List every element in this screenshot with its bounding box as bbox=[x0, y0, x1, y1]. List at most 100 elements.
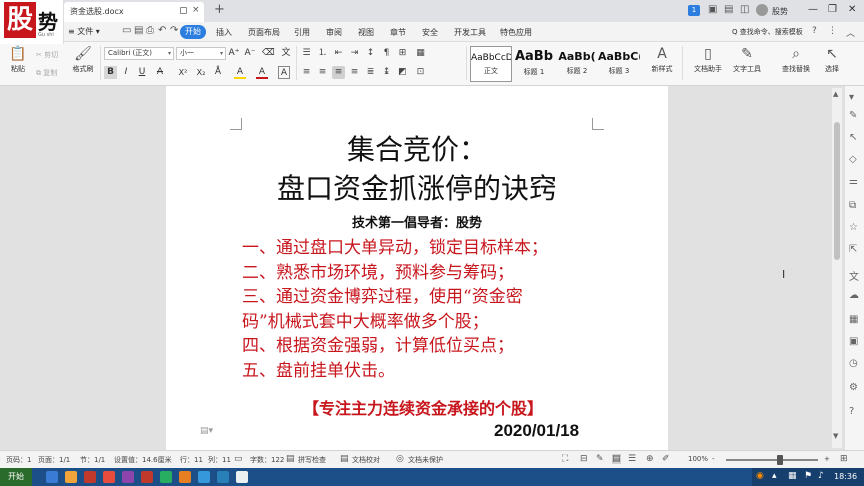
scroll-up-icon[interactable]: ▲ bbox=[833, 90, 838, 98]
chat-icon[interactable]: ◫ bbox=[740, 4, 749, 15]
document-page[interactable]: 集合竞价： 盘口资金抓涨停的诀窍 技术第一倡导者：股势 一、通过盘口大单异动，锁… bbox=[166, 86, 668, 450]
fit-page-icon[interactable]: ⊞ bbox=[840, 454, 848, 464]
eye-care-icon[interactable]: ✎ bbox=[596, 454, 604, 464]
status-word-count[interactable]: 字数：122 bbox=[250, 455, 284, 465]
command-search[interactable]: Q 查找命令、搜索模板 bbox=[732, 27, 803, 37]
undo-icon[interactable]: ↶ bbox=[158, 25, 166, 36]
increase-indent-icon[interactable]: ⇥ bbox=[348, 47, 361, 60]
protect-status[interactable]: 文档未保护 bbox=[408, 455, 443, 465]
tab-review[interactable]: 审阅 bbox=[326, 27, 342, 38]
zoom-out-button[interactable]: - bbox=[712, 455, 715, 463]
paragraph-settings-icon[interactable]: ⊡ bbox=[414, 66, 427, 79]
tab-special[interactable]: 特色应用 bbox=[500, 27, 532, 38]
save-icon[interactable]: ▤ bbox=[134, 25, 143, 36]
web-view-icon[interactable]: ⊕ bbox=[646, 454, 654, 464]
italic-button[interactable]: I bbox=[120, 66, 132, 79]
doc-title-line-2[interactable]: 盘口资金抓涨停的诀窍 bbox=[166, 172, 668, 206]
taskbar-app-icon[interactable] bbox=[160, 471, 172, 483]
font-name-select[interactable]: Calibri (正文) ▾ bbox=[104, 47, 174, 60]
line-spacing-icon[interactable]: ↨ bbox=[380, 66, 393, 79]
close-window-button[interactable]: ✕ bbox=[848, 4, 856, 15]
user-name[interactable]: 股势 bbox=[772, 6, 788, 17]
chevron-up-icon[interactable]: ▴ bbox=[772, 471, 777, 481]
macro-icon[interactable]: ▭ bbox=[234, 454, 243, 464]
document-tab[interactable]: 资金选股.docx × bbox=[64, 2, 204, 22]
focus-mode-icon[interactable]: ⊟ bbox=[580, 454, 588, 464]
phonetic-icon[interactable]: 文 bbox=[280, 47, 292, 60]
help-icon[interactable]: ? bbox=[812, 26, 817, 36]
copy-doc-icon[interactable]: ⧉ bbox=[849, 200, 856, 211]
sliders-icon[interactable]: ⚌ bbox=[849, 176, 858, 187]
page-view-icon[interactable]: ▤ bbox=[612, 454, 621, 464]
cloud-icon[interactable]: ☁ bbox=[849, 290, 859, 301]
paste-button[interactable]: 📋 粘贴 bbox=[6, 46, 30, 74]
status-page-number[interactable]: 页码：1 bbox=[6, 455, 31, 465]
taskbar-app-icon[interactable] bbox=[84, 471, 96, 483]
flag-icon[interactable]: ⚑ bbox=[804, 471, 812, 481]
notification-badge[interactable]: 1 bbox=[688, 5, 700, 16]
image-icon[interactable]: ▣ bbox=[849, 336, 858, 347]
status-section[interactable]: 节：1/1 bbox=[80, 455, 105, 465]
doc-helper-button[interactable]: ▯ 文档助手 bbox=[690, 46, 726, 74]
status-column[interactable]: 列：11 bbox=[208, 455, 231, 465]
cut-button[interactable]: ✂ 剪切 bbox=[36, 50, 58, 60]
doc-focus-line[interactable]: 【专注主力连续资金承接的个股】 bbox=[166, 395, 668, 419]
status-row[interactable]: 行：11 bbox=[180, 455, 203, 465]
scrollbar-thumb[interactable] bbox=[834, 122, 840, 260]
taskbar-app-icon[interactable] bbox=[236, 471, 248, 483]
align-center-icon[interactable]: ≡ bbox=[316, 66, 329, 79]
copy-button[interactable]: ⧉ 复制 bbox=[36, 68, 57, 78]
taskbar-app-icon[interactable] bbox=[217, 471, 229, 483]
tab-page-layout[interactable]: 页面布局 bbox=[248, 27, 280, 38]
bullet-list-icon[interactable]: ☰ bbox=[300, 47, 313, 60]
align-justify-icon[interactable]: ≡ bbox=[332, 66, 345, 79]
sort-icon[interactable]: ↕ bbox=[364, 47, 377, 60]
history-icon[interactable]: ◷ bbox=[849, 358, 858, 369]
page-options-icon[interactable]: ▤▾ bbox=[200, 426, 213, 436]
collapse-icon[interactable]: ▾ bbox=[849, 92, 854, 103]
tab-references[interactable]: 引用 bbox=[294, 27, 310, 38]
close-tab-icon[interactable]: × bbox=[192, 5, 200, 15]
char-border-button[interactable]: A bbox=[278, 66, 290, 79]
taskbar-app-icon[interactable] bbox=[179, 471, 191, 483]
file-menu[interactable]: ≡ 文件 ▾ bbox=[68, 26, 100, 37]
align-right-icon[interactable]: ≡ bbox=[348, 66, 361, 79]
doc-point[interactable]: 三、通过资金博弈过程，使用“资金密 bbox=[242, 285, 602, 310]
style-heading-2[interactable]: AaBb( 标题 2 bbox=[556, 46, 598, 82]
start-button[interactable]: 开始 bbox=[0, 468, 32, 486]
avatar[interactable] bbox=[756, 4, 768, 16]
numbered-list-icon[interactable]: ⒈ bbox=[316, 47, 329, 60]
scroll-down-icon[interactable]: ▼ bbox=[833, 432, 838, 440]
help-icon[interactable]: ? bbox=[849, 406, 854, 417]
layout-icon[interactable]: ▤ bbox=[724, 4, 733, 15]
ime-icon[interactable]: ◉ bbox=[756, 471, 764, 481]
font-color-button[interactable]: A bbox=[256, 66, 268, 79]
find-replace-button[interactable]: ⌕ 查找替换 bbox=[778, 46, 814, 74]
tab-start[interactable]: 开始 bbox=[180, 25, 206, 39]
network-icon[interactable]: ▦ bbox=[788, 471, 797, 481]
taskbar-app-icon[interactable] bbox=[46, 471, 58, 483]
status-setting-value[interactable]: 设置值：14.6厘米 bbox=[114, 455, 172, 465]
doc-point[interactable]: 四、根据资金强弱，计算低位买点； bbox=[242, 334, 602, 359]
grow-font-icon[interactable]: A⁺ bbox=[228, 47, 240, 60]
share-icon[interactable]: ⇱ bbox=[849, 244, 857, 255]
zoom-level[interactable]: 100% bbox=[688, 455, 708, 463]
minimize-button[interactable]: — bbox=[808, 4, 818, 15]
translate-icon[interactable]: 文 bbox=[849, 268, 859, 283]
print-icon[interactable]: ⎙ bbox=[146, 25, 154, 36]
taskbar-app-icon[interactable] bbox=[122, 471, 134, 483]
format-painter-button[interactable]: 🖌 格式刷 bbox=[68, 46, 98, 74]
outline-view-icon[interactable]: ☰ bbox=[628, 454, 636, 464]
show-marks-icon[interactable]: ¶ bbox=[380, 47, 393, 60]
edit-icon[interactable]: ✎ bbox=[849, 110, 857, 121]
star-icon[interactable]: ☆ bbox=[849, 222, 858, 233]
tab-developer[interactable]: 开发工具 bbox=[454, 27, 486, 38]
settings-icon[interactable]: ⚙ bbox=[849, 382, 858, 393]
collapse-ribbon-icon[interactable]: ︿ bbox=[846, 26, 855, 39]
underline-button[interactable]: U bbox=[136, 66, 148, 79]
document-area[interactable]: 集合竞价： 盘口资金抓涨停的诀窍 技术第一倡导者：股势 一、通过盘口大单异动，锁… bbox=[0, 86, 844, 450]
taskbar-app-icon[interactable] bbox=[198, 471, 210, 483]
grid-icon[interactable]: ▦ bbox=[849, 314, 858, 325]
taskbar-app-icon[interactable] bbox=[141, 471, 153, 483]
doc-point[interactable]: 码”机械式套中大概率做多个股； bbox=[242, 310, 602, 335]
